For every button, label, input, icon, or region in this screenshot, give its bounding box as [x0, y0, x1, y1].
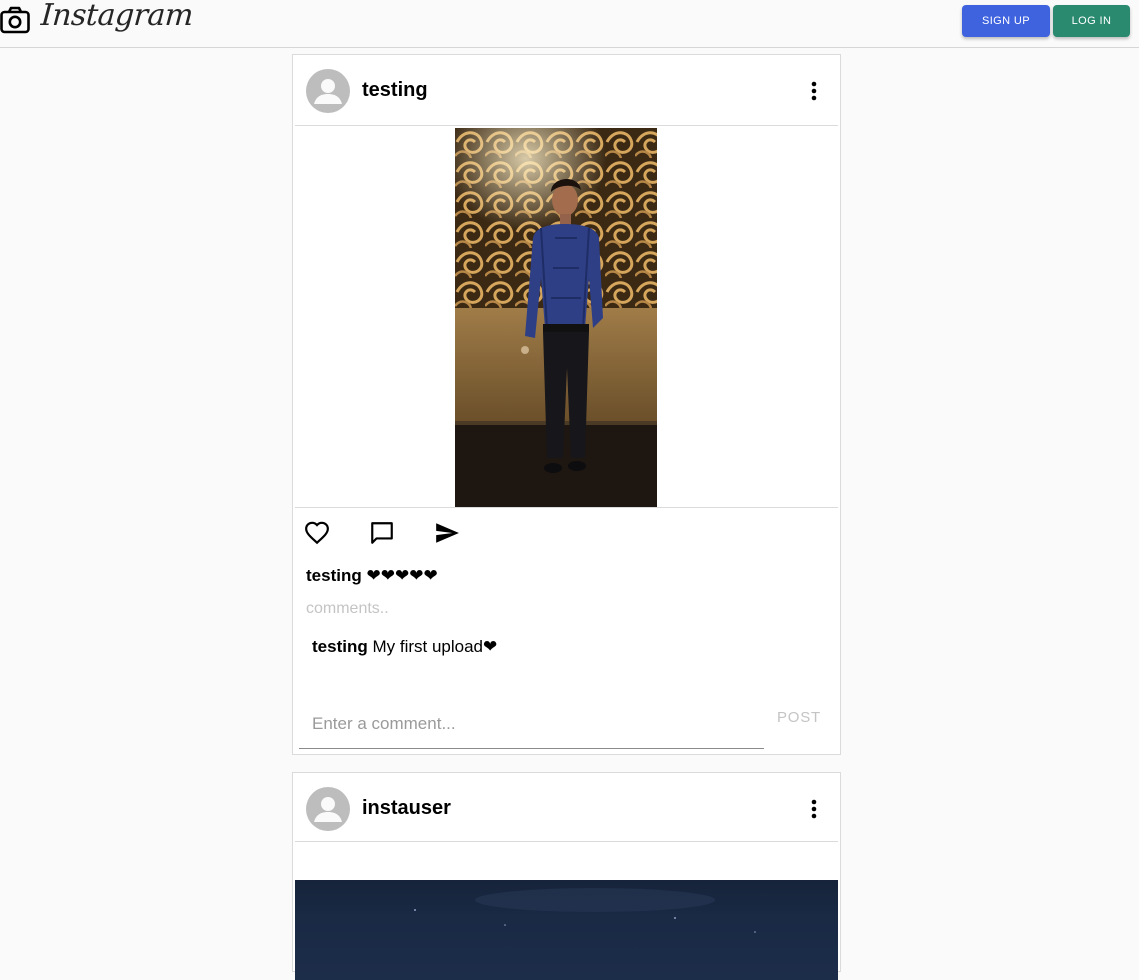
- avatar[interactable]: [306, 787, 350, 831]
- send-icon[interactable]: [434, 520, 460, 546]
- post-image[interactable]: [455, 128, 657, 507]
- post-image[interactable]: [295, 880, 838, 980]
- post-card: instauser: [292, 772, 841, 980]
- user-silhouette-icon: [314, 79, 342, 104]
- comments-link[interactable]: comments..: [306, 600, 389, 618]
- image-divider: [295, 507, 838, 508]
- post-comment-button[interactable]: POST: [767, 705, 831, 729]
- post-header: testing: [293, 55, 840, 125]
- night-sky-image: [414, 888, 756, 933]
- post-header: instauser: [293, 773, 840, 843]
- post-card: testing testing ❤❤❤❤❤ comments.. testing…: [292, 54, 841, 755]
- brand-logo[interactable]: Instagram: [40, 0, 194, 33]
- heart-icon[interactable]: [304, 520, 330, 546]
- comment-input[interactable]: [299, 699, 764, 749]
- comment-icon[interactable]: [369, 520, 395, 546]
- header-divider: [295, 125, 838, 126]
- post-caption: testing ❤❤❤❤❤: [306, 566, 438, 586]
- camera-icon[interactable]: [0, 5, 30, 35]
- more-vertical-icon[interactable]: [805, 798, 823, 820]
- header-divider: [295, 841, 838, 842]
- comment-username[interactable]: testing: [312, 637, 368, 656]
- caption-username[interactable]: testing: [306, 566, 362, 585]
- signup-button[interactable]: SIGN UP: [962, 5, 1050, 37]
- post-username[interactable]: testing: [362, 79, 428, 102]
- comment-item: testing My first upload❤: [312, 637, 497, 657]
- more-vertical-icon[interactable]: [805, 80, 823, 102]
- comment-text: My first upload❤: [372, 637, 498, 656]
- post-username[interactable]: instauser: [362, 797, 451, 820]
- login-button[interactable]: LOG IN: [1053, 5, 1130, 37]
- app-header: Instagram SIGN UP LOG IN: [0, 0, 1139, 48]
- user-silhouette-icon: [314, 797, 342, 822]
- caption-text: ❤❤❤❤❤: [366, 566, 438, 585]
- avatar[interactable]: [306, 69, 350, 113]
